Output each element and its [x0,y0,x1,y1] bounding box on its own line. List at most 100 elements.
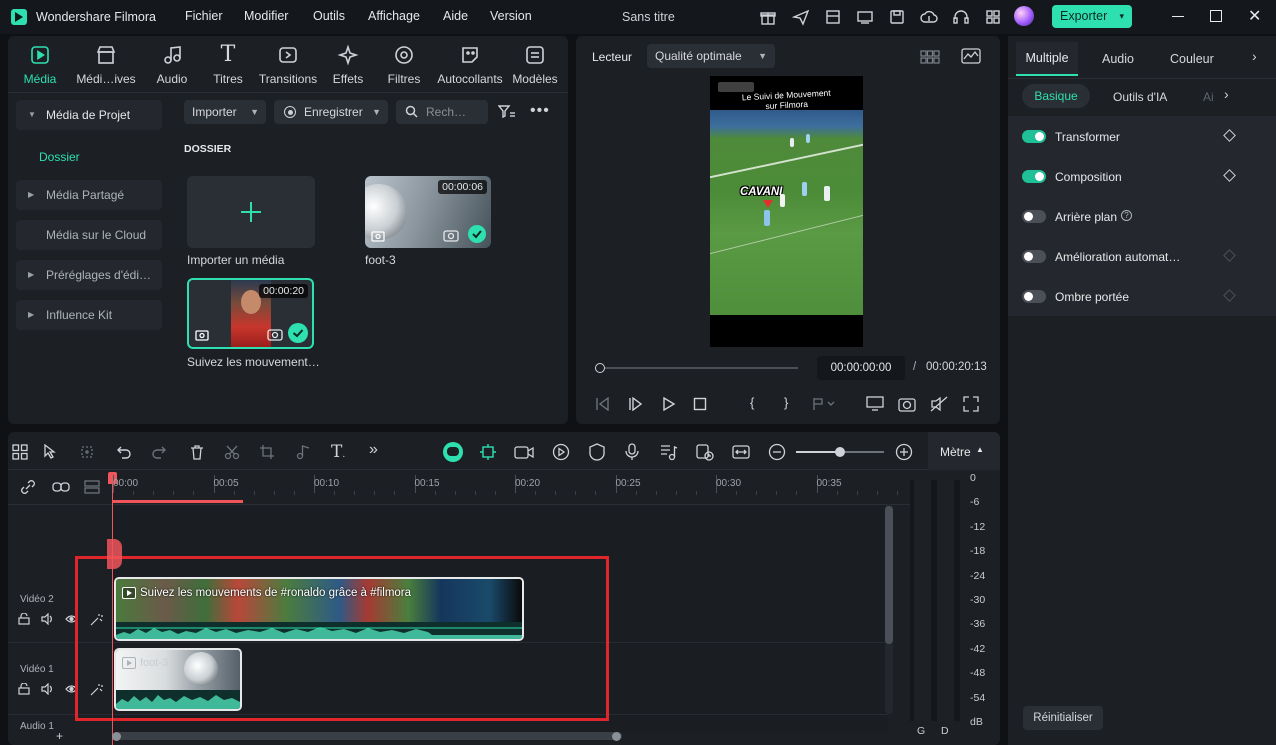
transform-toggle[interactable] [1022,130,1046,143]
subtab-ai-tools[interactable]: Outils d'IA [1113,90,1167,104]
fullscreen-icon[interactable] [963,396,979,412]
speaker-icon[interactable] [41,613,54,625]
audio-stretch-icon[interactable] [295,444,311,460]
play-icon[interactable] [662,397,676,411]
menu-fichier[interactable]: Fichier [185,9,223,23]
chevron-right-icon[interactable]: › [1224,86,1229,102]
tab-color[interactable]: Couleur [1170,52,1214,66]
lock-icon[interactable] [18,683,30,695]
meter-header[interactable]: Mètre ▲ [928,432,1000,470]
playback-speed-icon[interactable] [552,443,570,461]
audio-mute-icon[interactable] [930,396,948,412]
display-icon[interactable] [866,396,884,412]
filter-sort-icon[interactable] [498,104,516,120]
maximize-icon[interactable] [1210,10,1222,22]
link-icon[interactable] [52,480,70,494]
scrollbar-handle-left[interactable] [112,732,121,741]
crop-icon[interactable] [79,444,95,460]
auto-enhance-toggle[interactable] [1022,250,1046,263]
tab-effects[interactable]: Effets [326,44,370,86]
tab-multiple[interactable]: Multiple [1016,42,1078,76]
layout-icon[interactable] [824,8,842,26]
menu-affichage[interactable]: Affichage [368,9,420,23]
next-frame-icon[interactable] [628,397,644,411]
save-icon[interactable] [888,8,906,26]
playback-scrubber-handle[interactable] [595,363,605,373]
record-dropdown[interactable]: Enregistrer ▼ [274,100,388,124]
apps-grid-icon[interactable] [984,8,1002,26]
minimize-icon[interactable] [1172,16,1184,17]
send-icon[interactable] [792,8,810,26]
motion-track-icon[interactable] [479,443,497,461]
zoom-out-icon[interactable] [768,443,786,461]
subtab-ai-more[interactable]: Ai [1203,90,1214,104]
previous-frame-icon[interactable] [595,397,611,411]
playhead-marker[interactable] [107,539,122,569]
ai-companion-icon[interactable] [443,442,463,462]
mark-in-icon[interactable]: { [750,395,754,410]
sidebar-item-influence-kit[interactable]: ▶ Influence Kit [16,300,162,330]
sidebar-item-project-media[interactable]: ▼ Média de Projet [16,100,162,130]
lock-icon[interactable] [18,613,30,625]
quality-dropdown[interactable]: Qualité optimale ▼ [647,44,775,68]
menu-version[interactable]: Version [490,9,532,23]
more-tools-icon[interactable]: » [369,441,378,459]
cloud-upload-icon[interactable] [920,8,938,26]
monitor-icon[interactable] [856,8,874,26]
tab-titles[interactable]: T Titres [206,44,250,87]
zoom-in-icon[interactable] [895,443,913,461]
more-options-icon[interactable]: ••• [530,102,550,120]
tab-audio-props[interactable]: Audio [1102,52,1134,66]
grid-view-icon[interactable] [920,50,940,64]
text-tool-icon[interactable]: T. [331,442,345,462]
shield-icon[interactable] [589,443,605,461]
reset-button[interactable]: Réinitialiser [1023,706,1103,730]
tab-templates[interactable]: Modèles [510,44,560,86]
tab-media[interactable]: Média [16,44,64,86]
fit-width-icon[interactable] [732,443,750,461]
scissors-icon[interactable] [224,444,240,460]
horizontal-scrollbar[interactable] [114,732,622,740]
tab-stickers[interactable]: Autocollants [434,44,506,86]
composition-toggle[interactable] [1022,170,1046,183]
chevron-right-icon[interactable]: › [1252,48,1257,64]
snapshot-icon[interactable] [898,396,916,412]
playback-progress-track[interactable] [600,367,798,369]
sidebar-item-cloud-media[interactable]: Média sur le Cloud [16,220,162,250]
zoom-slider-handle[interactable] [835,447,845,457]
background-toggle[interactable] [1022,210,1046,223]
scrollbar-handle-right[interactable] [612,732,621,741]
speaker-icon[interactable] [41,683,54,695]
subtab-basic[interactable]: Basique [1022,84,1090,108]
export-button[interactable]: Exporter ▾ [1052,5,1132,28]
marker-icon[interactable] [812,397,836,411]
drop-shadow-toggle[interactable] [1022,290,1046,303]
help-icon[interactable]: ? [1121,210,1132,221]
avatar[interactable] [1014,6,1034,26]
import-media-tile[interactable] [187,176,315,248]
tab-filters[interactable]: Filtres [382,44,426,86]
keyframe-diamond-icon[interactable] [1223,169,1236,182]
tab-transitions[interactable]: Transitions [256,44,320,86]
undo-icon[interactable] [116,444,132,460]
sidebar-item-folder[interactable]: Dossier [39,150,80,164]
menu-modifier[interactable]: Modifier [244,9,288,23]
stop-icon[interactable] [693,397,707,411]
headset-icon[interactable] [952,8,970,26]
clip-speed-icon[interactable] [696,443,714,461]
mark-out-icon[interactable]: } [784,395,788,410]
playhead-line[interactable] [112,472,113,745]
menu-outils[interactable]: Outils [313,9,345,23]
close-icon[interactable]: ✕ [1248,6,1261,26]
music-list-icon[interactable] [660,443,678,461]
add-media-icon[interactable] [514,443,534,461]
search-input[interactable]: Rech… [396,100,488,124]
video-preview[interactable]: Le Suivi de Mouvement sur Filmora CAVANI [710,76,863,347]
track-height-icon[interactable] [84,480,100,494]
tab-audio[interactable]: Audio [150,44,194,86]
keyframe-diamond-icon[interactable] [1223,129,1236,142]
redo-icon[interactable] [151,444,167,460]
tab-stock-media[interactable]: Médi…ives [74,44,138,86]
sidebar-item-shared-media[interactable]: ▶ Média Partagé [16,180,162,210]
crop-frame-icon[interactable] [259,444,275,460]
